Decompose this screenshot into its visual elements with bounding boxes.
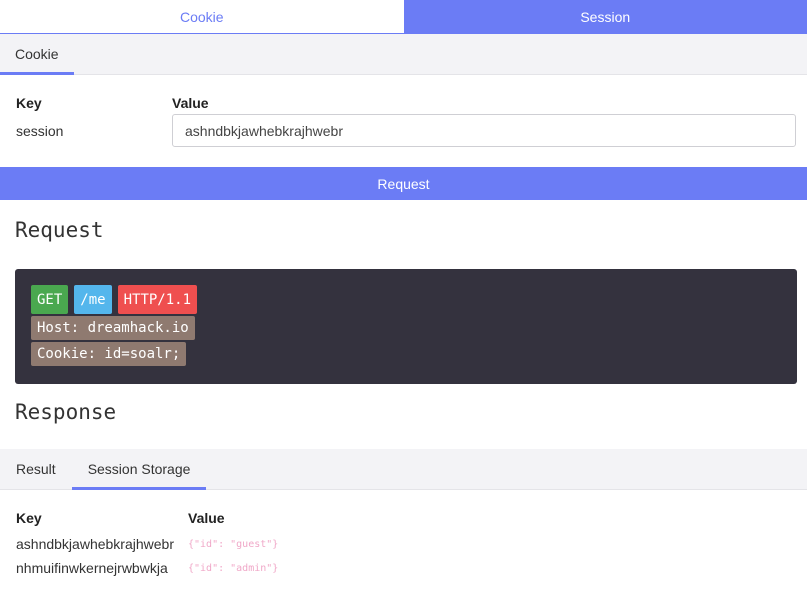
session-storage-table: Key Value ashndbkjawhebkrajhwebr {"id": …: [0, 490, 807, 580]
response-title: Response: [15, 400, 117, 424]
cookie-form-header: Key Value: [16, 95, 796, 111]
method-badge: GET: [31, 285, 69, 314]
request-title: Request: [15, 218, 104, 242]
request-button[interactable]: Request: [0, 167, 807, 200]
path-badge: /me: [74, 285, 112, 314]
cookie-line: Cookie: id=soalr;: [31, 342, 781, 366]
cookie-subtabs: Cookie: [0, 34, 807, 75]
storage-value-header: Value: [188, 510, 225, 526]
result-tabs: Result Session Storage: [0, 449, 807, 490]
request-line: GET /me HTTP/1.1: [31, 285, 781, 314]
storage-header: Key Value: [16, 510, 791, 532]
cookie-header: Cookie: id=soalr;: [31, 342, 187, 366]
storage-key-header: Key: [16, 510, 42, 526]
storage-value: {"id": "guest"}: [188, 538, 279, 550]
host-line: Host: dreamhack.io: [31, 316, 781, 340]
table-row: nhmuifinwkernejrwbwkja {"id": "admin"}: [16, 556, 791, 580]
cookie-form: Key Value session: [0, 75, 807, 167]
top-tabs: Cookie Session: [0, 0, 807, 34]
request-code-box: GET /me HTTP/1.1 Host: dreamhack.io Cook…: [15, 269, 797, 384]
tab-result[interactable]: Result: [0, 449, 72, 489]
subtab-cookie[interactable]: Cookie: [0, 34, 74, 75]
tab-cookie[interactable]: Cookie: [0, 0, 404, 34]
value-column-header: Value: [172, 95, 209, 111]
protocol-badge: HTTP/1.1: [117, 285, 198, 314]
tab-session[interactable]: Session: [403, 0, 807, 34]
host-header: Host: dreamhack.io: [31, 316, 195, 340]
cookie-row: session: [16, 114, 796, 147]
cookie-key-label: session: [16, 122, 64, 139]
tab-session-storage[interactable]: Session Storage: [71, 449, 207, 490]
storage-key: ashndbkjawhebkrajhwebr: [16, 536, 174, 552]
cookie-value-input[interactable]: [172, 114, 796, 147]
storage-value: {"id": "admin"}: [188, 562, 279, 574]
key-column-header: Key: [16, 95, 42, 111]
storage-key: nhmuifinwkernejrwbwkja: [16, 560, 168, 576]
table-row: ashndbkjawhebkrajhwebr {"id": "guest"}: [16, 532, 791, 556]
